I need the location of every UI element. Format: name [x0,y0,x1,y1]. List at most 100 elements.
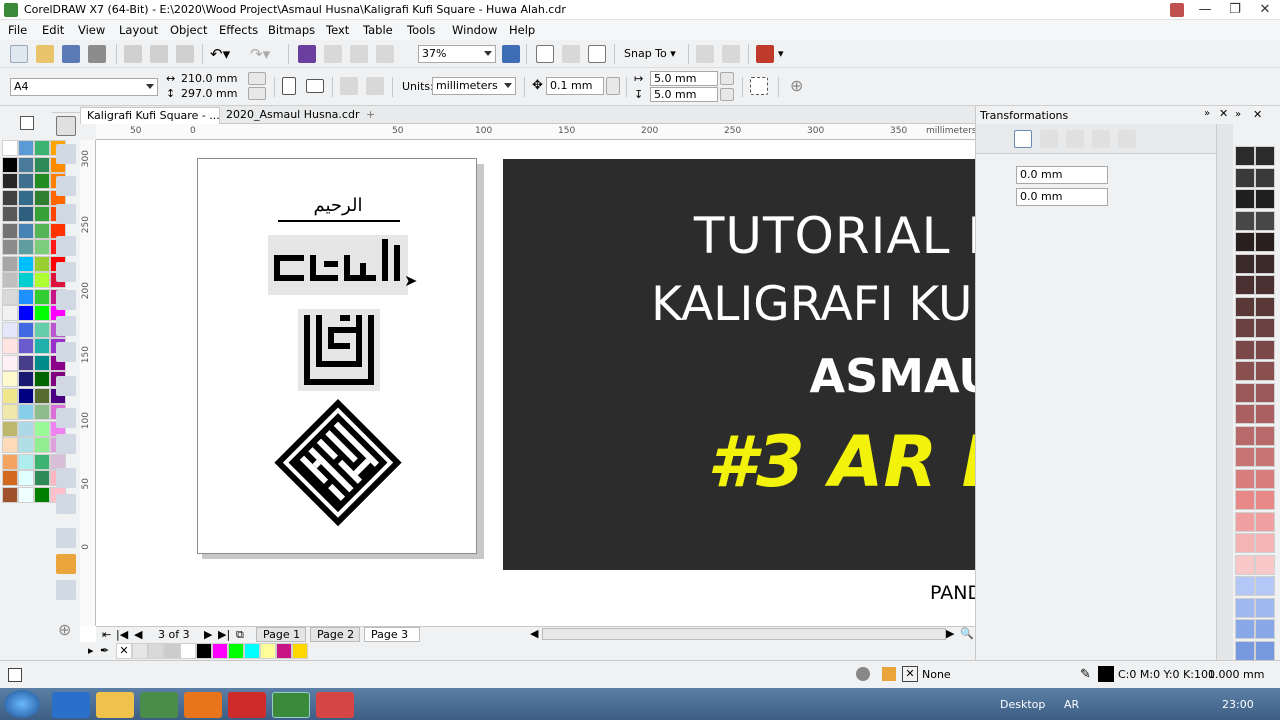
palette-swatch[interactable] [1255,318,1275,338]
landscape-icon[interactable] [306,79,324,93]
palette-swatch[interactable] [2,371,18,387]
menu-file[interactable]: File [8,23,27,37]
palette-swatch[interactable] [2,222,18,239]
palette-swatch[interactable] [1255,511,1275,532]
rectangle-tool-icon[interactable] [56,290,76,310]
taskbar-mi-icon[interactable] [184,692,222,718]
first-page-button[interactable]: |◀ [116,628,128,641]
palette-swatch[interactable] [1255,232,1275,252]
palette-swatch[interactable] [18,189,34,206]
color-proof-icon[interactable] [856,667,870,681]
palette-swatch[interactable] [18,354,34,371]
menu-object[interactable]: Object [170,23,207,37]
arabic-calligraphy-text[interactable]: الرحيم [278,195,398,216]
palette-swatch[interactable] [1235,425,1255,446]
palette-swatch[interactable] [18,140,34,156]
palette-swatch[interactable] [1235,576,1255,596]
desktop-toolbar-label[interactable]: Desktop [1000,698,1045,711]
palette-swatch[interactable] [34,420,50,437]
transparency-tool-icon[interactable] [56,494,76,514]
document-swatch[interactable] [276,643,292,659]
document-swatch[interactable] [292,643,308,659]
palette-swatch[interactable] [18,371,34,387]
palette-swatch[interactable] [1255,447,1275,467]
menu-table[interactable]: Table [363,23,393,37]
all-pages-icon[interactable] [340,77,358,95]
system-tray-icons[interactable] [1092,698,1172,710]
palette-swatch[interactable] [34,173,50,189]
palette-header-icon[interactable] [20,116,34,130]
portrait-icon[interactable] [282,77,296,95]
palette-swatch[interactable] [1235,447,1255,467]
palette-swatch[interactable] [34,255,50,272]
crop-tool-icon[interactable] [56,176,76,196]
polygon-tool-icon[interactable] [56,342,76,362]
palette-swatch[interactable] [34,338,50,354]
palette-swatch[interactable] [18,486,34,503]
size-transform-icon[interactable] [1092,130,1110,148]
palette-swatch[interactable] [1255,253,1275,274]
page-height-field[interactable]: 297.0 mm [178,86,246,104]
zoom-tool-icon[interactable] [56,204,76,224]
palette-swatch[interactable] [34,486,50,503]
palette-swatch[interactable] [2,255,18,272]
palette-swatch[interactable] [18,272,34,288]
nudge-distance-field[interactable]: 0.1 mm [546,77,604,95]
ellipse-tool-icon[interactable] [56,316,76,336]
palette-swatch[interactable] [34,453,50,470]
launcher-dropdown-icon[interactable]: ▾ [778,47,784,60]
palette-swatch[interactable] [34,156,50,173]
palette-swatch[interactable] [34,222,50,239]
palette-swatch[interactable] [1255,619,1275,639]
palette-swatch[interactable] [2,404,18,420]
palette-swatch[interactable] [34,437,50,453]
new-tab-icon[interactable]: + [360,107,380,124]
view-mode-icon[interactable] [562,45,580,63]
clock[interactable]: 23:00 [1222,698,1254,711]
status-expand-icon[interactable] [8,668,22,682]
kufi-ar-rahim-diamond[interactable] [274,399,402,527]
height-spinner[interactable] [248,87,266,100]
shape-tool-icon[interactable] [56,144,76,164]
welcome-screen-icon[interactable] [696,45,714,63]
position-transform-icon[interactable] [1014,130,1032,148]
taskbar-coreldraw-icon[interactable] [272,692,310,718]
redo-icon[interactable]: ↷▾ [250,45,270,63]
import-icon[interactable] [298,45,316,63]
palette-swatch[interactable] [18,305,34,321]
horizontal-scrollbar[interactable] [542,628,946,640]
palette-swatch[interactable] [1255,146,1275,166]
palette-swatch[interactable] [18,156,34,173]
palette-swatch[interactable] [1255,468,1275,489]
palette-swatch[interactable] [34,288,50,305]
maximize-button[interactable]: ❐ [1220,0,1250,20]
palette-swatch[interactable] [1255,533,1275,553]
page-size-select[interactable]: A4 [10,78,158,96]
palette-swatch[interactable] [1235,318,1255,338]
palette-expand-icon[interactable]: » [1235,109,1241,120]
app-launcher-icon[interactable] [376,45,394,63]
palette-swatch[interactable] [2,189,18,206]
add-page-icon[interactable]: ⧉ [236,628,244,642]
palette-swatch[interactable] [1235,619,1255,639]
freehand-tool-icon[interactable] [56,236,76,256]
palette-swatch[interactable] [34,321,50,338]
ruler-origin[interactable] [80,124,96,140]
palette-swatch[interactable] [34,272,50,288]
palette-swatch[interactable] [1255,167,1275,188]
document-swatch[interactable] [164,643,180,659]
palette-swatch[interactable] [18,470,34,486]
zoom-level-field[interactable]: 37% [418,45,496,63]
palette-swatch[interactable] [18,173,34,189]
publish-pdf-icon[interactable] [350,45,368,63]
palette-swatch[interactable] [1255,275,1275,295]
palette-swatch[interactable] [18,321,34,338]
palette-swatch[interactable] [1255,640,1275,661]
taskbar-opera-icon[interactable] [228,692,266,718]
palette-swatch[interactable] [1235,232,1255,252]
palette-swatch[interactable] [2,354,18,371]
pick-tool-icon[interactable] [56,116,76,136]
palette-swatch[interactable] [1235,361,1255,381]
palette-swatch[interactable] [18,404,34,420]
palette-swatch[interactable] [2,387,18,404]
